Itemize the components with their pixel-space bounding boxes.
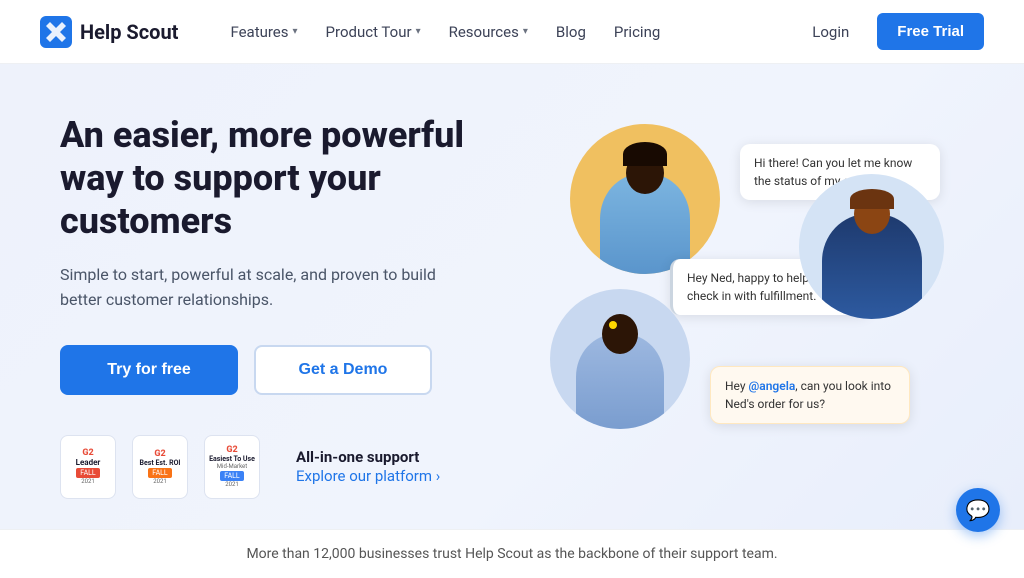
- nav-resources[interactable]: Resources ▾: [437, 15, 540, 49]
- badges-area: G2 Leader FALL 2021 G2 Best Est. ROI FAL…: [60, 435, 520, 499]
- avatar-1: [570, 124, 720, 274]
- hero-left: An easier, more powerful way to support …: [60, 114, 520, 499]
- badge-leader: G2 Leader FALL 2021: [60, 435, 116, 499]
- login-button[interactable]: Login: [800, 15, 861, 49]
- nav-product-tour[interactable]: Product Tour ▾: [314, 15, 433, 49]
- footer-band: More than 12,000 businesses trust Help S…: [0, 529, 1024, 578]
- badge-best-roi: G2 Best Est. ROI FALL 2021: [132, 435, 188, 499]
- chat-icon: 💬: [966, 498, 991, 522]
- nav-right: Login Free Trial: [800, 13, 984, 50]
- platform-label: All-in-one support: [296, 448, 440, 466]
- logo[interactable]: Help Scout: [40, 16, 178, 48]
- avatar-2: [799, 174, 944, 319]
- nav-links: Features ▾ Product Tour ▾ Resources ▾ Bl…: [218, 15, 800, 49]
- navbar: Help Scout Features ▾ Product Tour ▾ Res…: [0, 0, 1024, 64]
- footer-text: More than 12,000 businesses trust Help S…: [246, 546, 777, 562]
- hero-title: An easier, more powerful way to support …: [60, 114, 520, 244]
- hero-illustration: Hi there! Can you let me know the status…: [540, 114, 964, 484]
- chevron-down-icon: ▾: [523, 26, 528, 37]
- nav-pricing[interactable]: Pricing: [602, 15, 672, 49]
- chat-float-button[interactable]: 💬: [956, 488, 1000, 532]
- nav-blog[interactable]: Blog: [544, 15, 598, 49]
- get-demo-button[interactable]: Get a Demo: [254, 345, 432, 395]
- avatar-3: [550, 289, 690, 429]
- logo-text: Help Scout: [80, 20, 178, 44]
- chevron-down-icon: ▾: [293, 26, 298, 37]
- hero-buttons: Try for free Get a Demo: [60, 345, 520, 395]
- hero-section: An easier, more powerful way to support …: [0, 64, 1024, 529]
- badge-easiest: G2 Easiest To Use Mid-Market FALL 2021: [204, 435, 260, 499]
- chevron-down-icon: ▾: [416, 26, 421, 37]
- platform-info: All-in-one support Explore our platform …: [296, 448, 440, 485]
- nav-features[interactable]: Features ▾: [218, 15, 309, 49]
- hero-subtitle: Simple to start, powerful at scale, and …: [60, 262, 440, 313]
- free-trial-button[interactable]: Free Trial: [877, 13, 984, 50]
- explore-platform-link[interactable]: Explore our platform ›: [296, 467, 440, 485]
- try-for-free-button[interactable]: Try for free: [60, 345, 238, 395]
- chat-bubble-3: Hey @angela, can you look into Ned's ord…: [710, 366, 910, 424]
